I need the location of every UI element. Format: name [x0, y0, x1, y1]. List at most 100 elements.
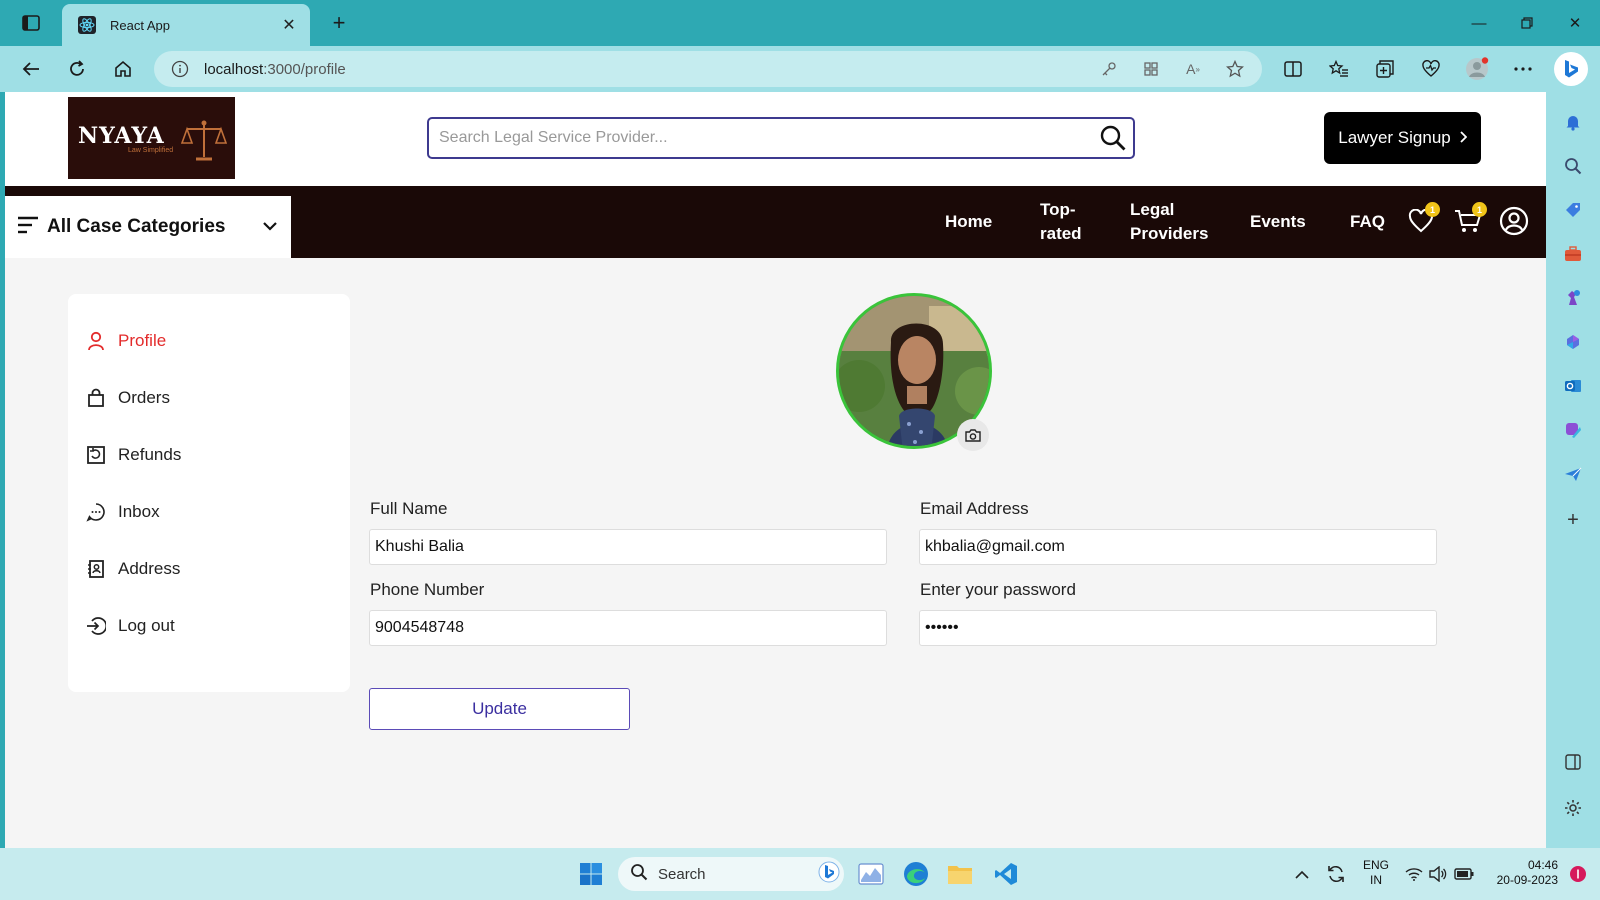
shopping-tag-icon[interactable]	[1561, 198, 1585, 222]
chevron-down-icon	[263, 218, 277, 236]
edge-browser-icon[interactable]	[900, 858, 932, 890]
key-icon[interactable]	[1094, 54, 1124, 84]
menu-lines-icon	[17, 216, 39, 239]
nav-home[interactable]: Home	[945, 210, 992, 234]
clock[interactable]: 04:46 20-09-2023	[1482, 858, 1558, 888]
bing-copilot-icon[interactable]	[1554, 52, 1588, 86]
taskbar-search-label: Search	[658, 865, 706, 883]
wishlist-count-badge: 1	[1425, 202, 1440, 217]
close-window-button[interactable]: ✕	[1552, 8, 1598, 38]
nav-faq[interactable]: FAQ	[1350, 210, 1385, 234]
search-input[interactable]	[429, 129, 1093, 147]
password-field[interactable]	[919, 610, 1437, 646]
email-field[interactable]	[919, 529, 1437, 565]
more-options-icon[interactable]	[1508, 54, 1538, 84]
chat-bubble-icon	[84, 500, 108, 524]
games-icon[interactable]	[1561, 286, 1585, 310]
menu-item-profile[interactable]: Profile	[84, 326, 166, 356]
tools-briefcase-icon[interactable]	[1561, 242, 1585, 266]
outlook-icon[interactable]	[1561, 374, 1585, 398]
home-icon[interactable]	[108, 54, 138, 84]
case-categories-label: All Case Categories	[47, 216, 226, 237]
menu-item-address[interactable]: Address	[84, 554, 180, 584]
tab-actions-icon[interactable]	[18, 12, 44, 34]
menu-item-orders[interactable]: Orders	[84, 383, 170, 413]
favorites-icon[interactable]	[1324, 54, 1354, 84]
profile-side-menu: Profile Orders Refunds Inbox Address Log…	[68, 294, 350, 692]
site-header: NYAYA Law Simplified Lawyer Signup	[5, 92, 1546, 186]
notification-bell-icon[interactable]	[1561, 110, 1585, 134]
file-explorer-icon[interactable]	[944, 858, 976, 890]
browser-essentials-icon[interactable]	[1416, 54, 1446, 84]
read-aloud-icon[interactable]: A»	[1178, 54, 1208, 84]
new-tab-button[interactable]: +	[326, 10, 352, 36]
chevron-right-icon	[1459, 128, 1468, 148]
user-account-icon[interactable]	[1499, 206, 1529, 236]
logout-icon	[84, 614, 108, 638]
favorite-star-icon[interactable]	[1220, 54, 1250, 84]
phone-label: Phone Number	[370, 580, 485, 599]
add-sidebar-app-icon[interactable]: +	[1561, 508, 1585, 532]
back-icon[interactable]	[16, 54, 46, 84]
menu-label-inbox: Inbox	[118, 502, 160, 521]
browser-toolbar: localhost:3000/profile A»	[0, 46, 1600, 92]
restore-button[interactable]	[1504, 8, 1550, 38]
taskbar-search[interactable]: Search	[618, 857, 844, 891]
menu-label-orders: Orders	[118, 388, 170, 407]
windows-start-icon[interactable]	[575, 858, 607, 890]
notification-badge-icon[interactable]	[1562, 858, 1594, 890]
phone-field[interactable]	[369, 610, 887, 646]
designer-icon[interactable]	[1561, 418, 1585, 442]
menu-item-inbox[interactable]: Inbox	[84, 497, 160, 527]
collections-icon[interactable]	[1370, 54, 1400, 84]
case-categories-dropdown[interactable]: All Case Categories	[5, 196, 291, 258]
full-name-label: Full Name	[370, 499, 448, 518]
site-info-icon[interactable]	[170, 59, 190, 79]
edge-sidebar: +	[1546, 92, 1600, 848]
chevron-up-icon[interactable]	[1286, 858, 1318, 890]
battery-icon[interactable]	[1448, 858, 1480, 890]
profile-avatar-icon[interactable]	[1462, 54, 1492, 84]
url-text: localhost:3000/profile	[204, 60, 346, 78]
apps-icon[interactable]	[1136, 54, 1166, 84]
email-label: Email Address	[920, 499, 1029, 518]
full-name-field[interactable]	[369, 529, 887, 565]
close-tab-icon[interactable]: ✕	[276, 12, 302, 38]
sidebar-settings-gear-icon[interactable]	[1561, 796, 1585, 820]
nyaya-logo[interactable]: NYAYA Law Simplified	[68, 97, 235, 179]
split-screen-icon[interactable]	[1278, 54, 1308, 84]
nav-events[interactable]: Events	[1250, 210, 1306, 234]
language-indicator[interactable]: ENG IN	[1360, 858, 1392, 888]
menu-item-logout[interactable]: Log out	[84, 611, 175, 641]
cart-icon[interactable]: 1	[1453, 202, 1487, 236]
browser-tab-strip: React App ✕ + — ✕	[0, 0, 1600, 46]
vscode-icon[interactable]	[990, 858, 1022, 890]
react-icon	[78, 16, 96, 34]
browser-tab[interactable]: React App ✕	[62, 4, 310, 46]
windows-taskbar: Search ENG IN 04:46 20-09-2023	[0, 848, 1600, 900]
hide-sidebar-icon[interactable]	[1561, 750, 1585, 774]
minimize-button[interactable]: —	[1456, 8, 1502, 38]
cart-count-badge: 1	[1472, 202, 1487, 217]
refresh-icon[interactable]	[62, 54, 92, 84]
stocks-widget-icon[interactable]	[855, 858, 887, 890]
search-icon	[630, 863, 648, 885]
menu-label-logout: Log out	[118, 616, 175, 635]
send-drop-icon[interactable]	[1561, 462, 1585, 486]
bing-icon	[818, 861, 840, 887]
camera-icon[interactable]	[957, 419, 989, 451]
update-button[interactable]: Update	[369, 688, 630, 730]
wishlist-heart-icon[interactable]: 1	[1406, 202, 1440, 236]
address-bar[interactable]: localhost:3000/profile A»	[154, 51, 1262, 87]
scales-of-justice-icon	[180, 119, 228, 168]
menu-item-refunds[interactable]: Refunds	[84, 440, 181, 470]
microsoft-365-icon[interactable]	[1561, 330, 1585, 354]
nav-top-rated[interactable]: Top-rated	[1040, 198, 1082, 246]
search-icon[interactable]	[1093, 119, 1133, 157]
search-sidebar-icon[interactable]	[1561, 154, 1585, 178]
main-navbar: All Case Categories Home Top-rated Legal…	[5, 186, 1546, 258]
sync-icon[interactable]	[1320, 858, 1352, 890]
lawyer-signup-button[interactable]: Lawyer Signup	[1324, 112, 1481, 164]
provider-search	[427, 117, 1135, 159]
nav-legal-providers[interactable]: Legal Providers	[1130, 198, 1208, 246]
